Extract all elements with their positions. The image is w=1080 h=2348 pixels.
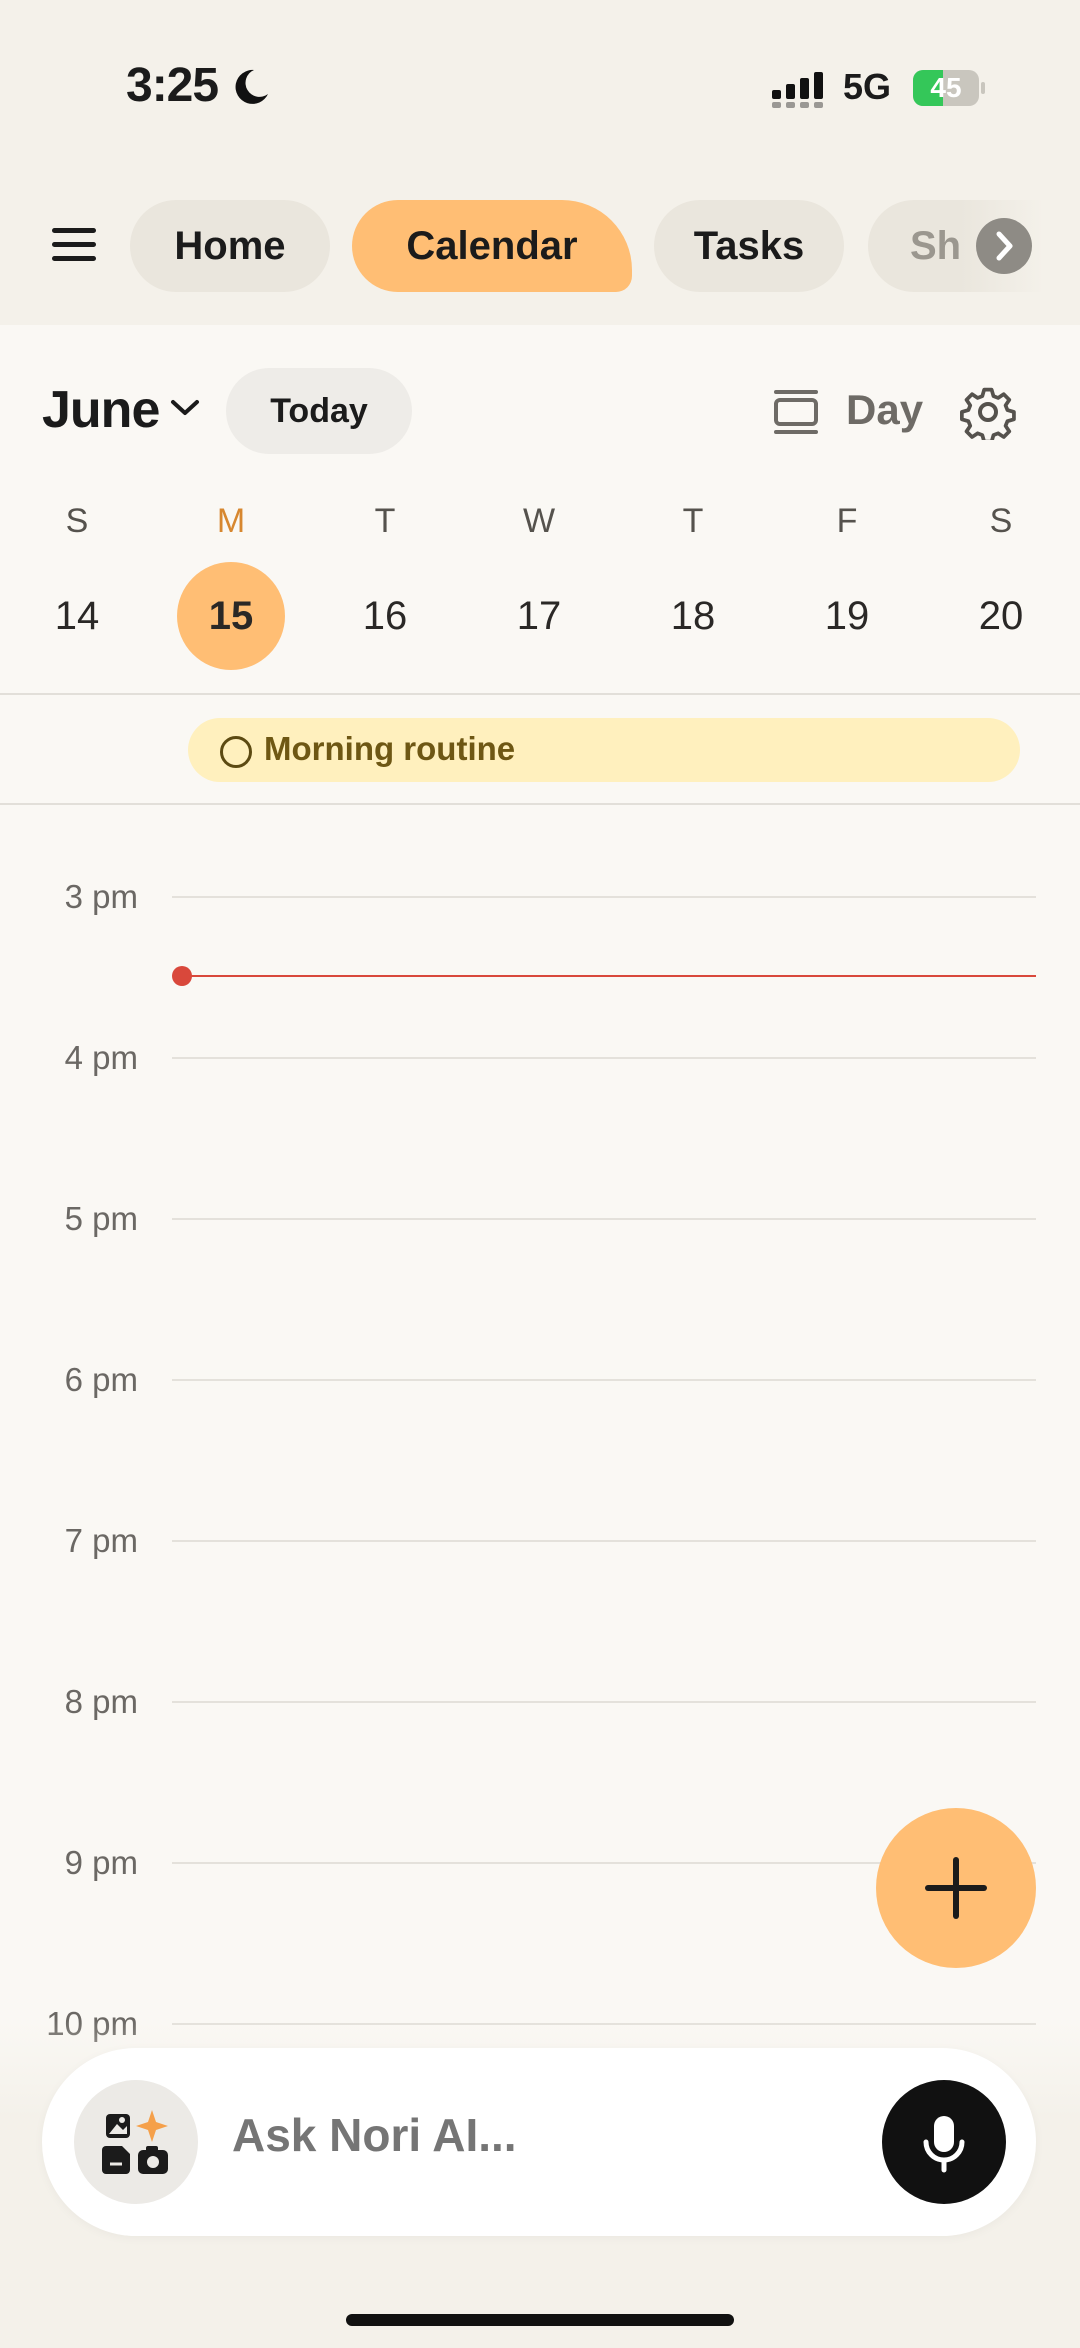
attachments-button[interactable]: [74, 2080, 198, 2204]
date-cell-selected[interactable]: 15: [176, 588, 286, 644]
ask-input[interactable]: [232, 2108, 832, 2162]
hour-label: 9 pm: [64, 1844, 138, 1881]
today-button[interactable]: Today: [226, 368, 412, 454]
circle-checkbox-icon[interactable]: [220, 736, 252, 768]
hour-line: [172, 1701, 1036, 1703]
weekday-thu: T: [682, 502, 704, 540]
weekday-sun: S: [65, 502, 89, 540]
date-cell[interactable]: 18: [638, 588, 748, 644]
month-title[interactable]: June: [42, 380, 160, 440]
date-cell[interactable]: 19: [792, 588, 902, 644]
hour-label: 5 pm: [64, 1200, 138, 1237]
tab-shopping[interactable]: Sh: [868, 200, 1080, 292]
tab-shopping-label: Sh: [910, 224, 962, 268]
hour-line: [172, 1379, 1036, 1381]
chevron-right-icon: [996, 231, 1013, 261]
battery-icon: 45: [913, 70, 985, 106]
hour-label: 7 pm: [64, 1522, 138, 1559]
scroll-right-button[interactable]: [976, 218, 1032, 274]
current-time-line: [180, 975, 1036, 977]
date-cell[interactable]: 17: [484, 588, 594, 644]
tab-tasks[interactable]: Tasks: [654, 200, 844, 292]
tab-calendar[interactable]: Calendar: [352, 200, 632, 292]
chevron-down-icon[interactable]: [170, 398, 200, 418]
divider: [0, 803, 1080, 805]
hour-line: [172, 1540, 1036, 1542]
weekday-tue: T: [374, 502, 396, 540]
view-mode-label[interactable]: Day: [846, 386, 923, 434]
signal-icon: [772, 72, 823, 108]
date-cell[interactable]: 20: [946, 588, 1056, 644]
weekday-sat: S: [989, 502, 1013, 540]
hour-label: 3 pm: [64, 878, 138, 915]
all-day-event[interactable]: Morning routine: [188, 718, 1020, 782]
weekday-mon: M: [216, 502, 246, 540]
hour-line: [172, 896, 1036, 898]
status-time: 3:25: [126, 59, 219, 112]
weekday-wed: W: [522, 502, 556, 540]
media-sparkle-icon: [102, 2110, 168, 2174]
plus-icon: [925, 1857, 987, 1919]
menu-icon[interactable]: [52, 224, 98, 264]
gear-icon[interactable]: [960, 384, 1016, 440]
date-cell[interactable]: 16: [330, 588, 440, 644]
weekday-fri: F: [836, 502, 858, 540]
battery-level: 45: [930, 72, 962, 103]
network-label: 5G: [843, 66, 892, 107]
tab-home[interactable]: Home: [130, 200, 330, 292]
hour-line: [172, 1218, 1036, 1220]
moon-icon: [235, 69, 268, 104]
day-view-icon[interactable]: [772, 390, 820, 434]
hour-label: 4 pm: [64, 1039, 138, 1076]
divider: [0, 693, 1080, 695]
add-event-button[interactable]: [876, 1808, 1036, 1968]
hour-label: 6 pm: [64, 1361, 138, 1398]
current-time-dot: [172, 966, 192, 986]
ask-bar[interactable]: [42, 2048, 1036, 2236]
date-cell[interactable]: 14: [22, 588, 132, 644]
hour-line: [172, 1057, 1036, 1059]
home-indicator: [346, 2314, 734, 2326]
hour-label: 8 pm: [64, 1683, 138, 1720]
microphone-icon: [923, 2116, 965, 2173]
microphone-button[interactable]: [882, 2080, 1006, 2204]
event-title: Morning routine: [264, 730, 516, 767]
